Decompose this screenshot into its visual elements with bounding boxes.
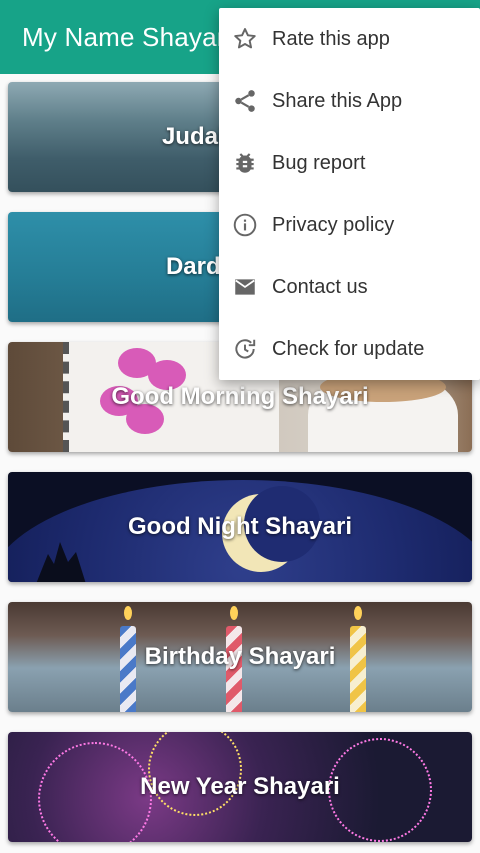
overflow-menu: Rate this app Share this App Bug report … [219, 8, 480, 380]
mail-icon [231, 273, 259, 301]
menu-item-label: Check for update [272, 337, 425, 360]
category-card-birthday[interactable]: Birthday Shayari [8, 602, 472, 712]
menu-item-label: Share this App [272, 89, 403, 112]
info-icon [231, 211, 259, 239]
category-card-good-night[interactable]: Good Night Shayari [8, 472, 472, 582]
category-label: Good Night Shayari [127, 513, 352, 540]
category-card-new-year[interactable]: New Year Shayari [8, 732, 472, 842]
menu-item-check-update[interactable]: Check for update [219, 318, 480, 380]
share-icon [231, 87, 259, 115]
app-title: My Name Shayari [22, 22, 232, 52]
category-label: Birthday Shayari [144, 643, 336, 670]
menu-item-label: Privacy policy [272, 213, 395, 236]
menu-item-privacy-policy[interactable]: Privacy policy [219, 194, 480, 256]
bug-icon [231, 149, 259, 177]
menu-item-contact-us[interactable]: Contact us [219, 256, 480, 318]
star-outline-icon [231, 25, 259, 53]
menu-item-label: Rate this app [272, 27, 390, 50]
menu-item-share-app[interactable]: Share this App [219, 70, 480, 132]
menu-item-bug-report[interactable]: Bug report [219, 132, 480, 194]
update-icon [231, 335, 259, 363]
menu-item-rate-app[interactable]: Rate this app [219, 8, 480, 70]
menu-item-label: Bug report [272, 151, 366, 174]
category-label: New Year Shayari [140, 773, 340, 800]
menu-item-label: Contact us [272, 275, 368, 298]
